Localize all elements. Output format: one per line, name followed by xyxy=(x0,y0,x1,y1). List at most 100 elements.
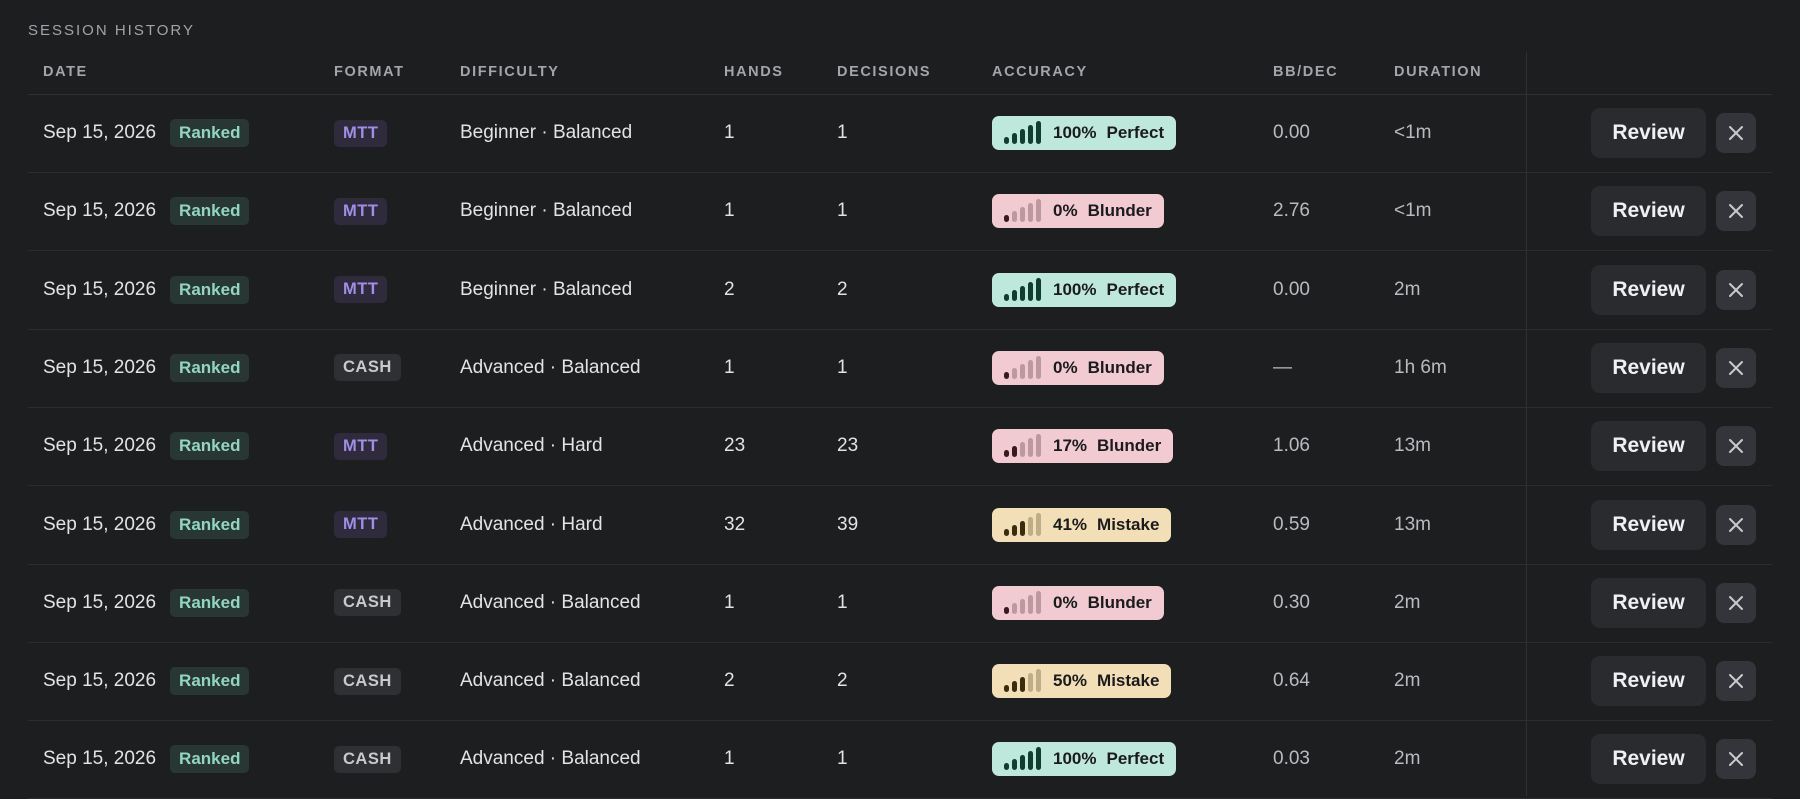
review-button[interactable]: Review xyxy=(1591,342,1706,393)
signal-bar xyxy=(1020,598,1025,614)
ranked-badge: Ranked xyxy=(170,667,250,696)
delete-session-button[interactable] xyxy=(1716,191,1756,232)
accuracy-label: Mistake xyxy=(1097,671,1160,691)
column-header-decisions[interactable]: DECISIONS xyxy=(837,64,931,80)
review-button[interactable]: Review xyxy=(1591,186,1706,237)
accuracy-badge: 100% Perfect xyxy=(992,742,1177,777)
column-header-duration[interactable]: DURATION xyxy=(1394,64,1482,80)
column-header-accuracy[interactable]: ACCURACY xyxy=(992,64,1088,80)
decisions-cell: 1 xyxy=(837,748,848,770)
review-button[interactable]: Review xyxy=(1591,734,1706,785)
difficulty-cell: Beginner · Balanced xyxy=(460,122,633,143)
format-badge: MTT xyxy=(334,197,388,225)
signal-bars-icon xyxy=(1004,277,1044,301)
review-button[interactable]: Review xyxy=(1591,656,1706,707)
signal-bar xyxy=(1036,512,1041,536)
signal-bar xyxy=(1028,359,1033,379)
hands-cell: 1 xyxy=(724,122,735,143)
close-icon xyxy=(1729,204,1743,219)
accuracy-badge: 50% Mistake xyxy=(992,664,1172,699)
decisions-cell: 1 xyxy=(837,591,848,613)
hands-cell: 2 xyxy=(724,278,735,300)
format-cell: CASH xyxy=(334,564,401,642)
accuracy-percent: 50% xyxy=(1053,671,1088,691)
signal-bar xyxy=(1012,524,1017,536)
signal-bar xyxy=(1012,681,1017,693)
date-cell: Sep 15, 2026 Ranked xyxy=(43,329,250,407)
table-row: Sep 15, 2026 Ranked MTT Advanced · Hard 23 23… xyxy=(28,407,1772,487)
format-badge: CASH xyxy=(334,354,401,382)
column-header-format[interactable]: FORMAT xyxy=(334,64,405,80)
accuracy-cell: 41% Mistake xyxy=(992,486,1172,564)
close-icon xyxy=(1729,674,1743,689)
accuracy-label: Blunder xyxy=(1087,592,1152,612)
signal-bar xyxy=(1020,755,1025,771)
session-history-panel: SESSION HISTORY DATE FORMAT DIFFICULTY H… xyxy=(0,0,1800,799)
hands-cell: 23 xyxy=(724,435,746,457)
accuracy-badge: 100% Perfect xyxy=(992,272,1177,307)
accuracy-badge: 17% Blunder xyxy=(992,429,1174,464)
session-date: Sep 15, 2026 xyxy=(43,200,157,222)
difficulty-cell: Advanced · Balanced xyxy=(460,356,641,378)
review-button[interactable]: Review xyxy=(1591,108,1706,158)
format-cell: CASH xyxy=(334,642,401,720)
hands-cell: 32 xyxy=(724,513,746,535)
delete-session-button[interactable] xyxy=(1716,269,1756,310)
signal-bar xyxy=(1004,450,1009,458)
session-date: Sep 15, 2026 xyxy=(43,670,157,692)
duration-cell: <1m xyxy=(1394,200,1432,222)
accuracy-badge: 0% Blunder xyxy=(992,350,1164,385)
ranked-badge: Ranked xyxy=(170,510,250,539)
delete-session-button[interactable] xyxy=(1716,347,1756,388)
column-header-difficulty[interactable]: DIFFICULTY xyxy=(460,64,560,80)
delete-session-button[interactable] xyxy=(1716,504,1756,545)
table-row: Sep 15, 2026 Ranked MTT Beginner · Balanced… xyxy=(28,251,1772,330)
hands-cell: 1 xyxy=(724,591,735,613)
session-date: Sep 15, 2026 xyxy=(43,278,157,300)
bb-dec-cell: 2.76 xyxy=(1273,200,1310,222)
review-button[interactable]: Review xyxy=(1591,264,1706,315)
review-button[interactable]: Review xyxy=(1591,421,1706,472)
signal-bar xyxy=(1020,520,1025,536)
signal-bar xyxy=(1012,602,1017,614)
signal-bar xyxy=(1020,442,1025,458)
session-date: Sep 15, 2026 xyxy=(43,591,157,613)
format-badge: MTT xyxy=(334,511,388,538)
decisions-cell: 1 xyxy=(837,122,848,143)
session-date: Sep 15, 2026 xyxy=(43,435,157,457)
date-cell: Sep 15, 2026 Ranked xyxy=(43,642,250,720)
difficulty-cell: Advanced · Balanced xyxy=(460,670,641,692)
format-cell: MTT xyxy=(334,486,388,564)
duration-cell: 13m xyxy=(1394,513,1431,535)
bb-dec-cell: 0.59 xyxy=(1273,513,1310,535)
accuracy-percent: 0% xyxy=(1053,201,1078,221)
close-icon xyxy=(1729,595,1743,610)
delete-session-button[interactable] xyxy=(1716,113,1756,153)
signal-bar xyxy=(1004,685,1009,693)
bb-dec-cell: 1.06 xyxy=(1273,435,1310,457)
close-icon xyxy=(1729,517,1743,532)
delete-session-button[interactable] xyxy=(1716,739,1756,780)
ranked-badge: Ranked xyxy=(170,275,250,304)
column-header-date[interactable]: DATE xyxy=(43,64,88,80)
delete-session-button[interactable] xyxy=(1716,582,1756,623)
signal-bar xyxy=(1004,528,1009,536)
signal-bars-icon xyxy=(1004,121,1044,144)
bb-dec-cell: 0.30 xyxy=(1273,591,1310,613)
column-header-bb-dec[interactable]: BB/DEC xyxy=(1273,64,1338,80)
review-button[interactable]: Review xyxy=(1591,577,1706,628)
session-date: Sep 15, 2026 xyxy=(43,122,157,143)
column-header-hands[interactable]: HANDS xyxy=(724,64,784,80)
bb-dec-cell: 0.00 xyxy=(1273,278,1310,300)
delete-session-button[interactable] xyxy=(1716,426,1756,467)
close-icon xyxy=(1729,360,1743,375)
delete-session-button[interactable] xyxy=(1716,661,1756,702)
signal-bars-icon xyxy=(1004,669,1044,693)
signal-bar xyxy=(1012,367,1017,379)
signal-bar xyxy=(1020,285,1025,301)
review-button[interactable]: Review xyxy=(1591,499,1706,550)
signal-bar xyxy=(1012,211,1017,223)
signal-bar xyxy=(1004,606,1009,614)
signal-bar xyxy=(1028,125,1033,144)
signal-bar xyxy=(1004,137,1009,144)
